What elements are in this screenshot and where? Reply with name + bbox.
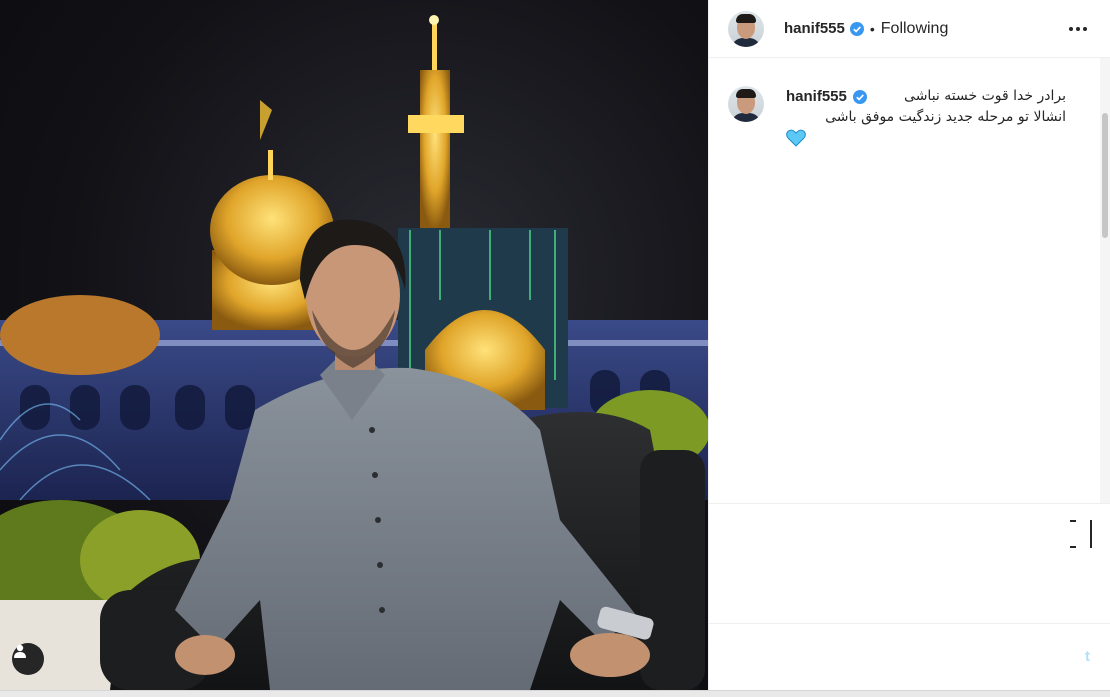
verified-badge-icon bbox=[849, 21, 864, 36]
post-actions bbox=[708, 503, 1110, 623]
caption-line-1: برادر خدا قوت خسته نباشی bbox=[904, 88, 1066, 104]
add-comment-bar: t bbox=[708, 623, 1110, 690]
post-image bbox=[0, 15, 708, 690]
verified-badge-icon bbox=[852, 89, 867, 104]
post-author-username[interactable]: hanif555 bbox=[784, 20, 845, 37]
caption-comment: hanif555 برادر خدا قوت خسته نباشی انشالا… bbox=[728, 86, 1090, 152]
more-options-button[interactable] bbox=[1066, 17, 1090, 41]
blue-heart-icon bbox=[786, 129, 806, 147]
separator-dot: • bbox=[869, 20, 875, 37]
user-tag-icon bbox=[14, 644, 26, 658]
post-photo[interactable] bbox=[0, 0, 708, 690]
more-options-icon bbox=[1069, 27, 1073, 31]
bookmark-icon[interactable] bbox=[1070, 520, 1092, 548]
caption-username[interactable]: hanif555 bbox=[786, 86, 847, 107]
post-comment-button[interactable]: t bbox=[1085, 648, 1090, 665]
avatar[interactable] bbox=[728, 10, 764, 47]
following-button[interactable]: Following bbox=[881, 20, 949, 38]
caption-body: hanif555 برادر خدا قوت خسته نباشی انشالا… bbox=[786, 86, 1066, 152]
user-tag-button[interactable] bbox=[12, 643, 44, 675]
post-header: hanif555 • Following bbox=[708, 0, 1110, 58]
avatar[interactable] bbox=[728, 86, 764, 122]
comments-scrollbar[interactable] bbox=[1100, 58, 1110, 503]
scrollbar-thumb[interactable] bbox=[1102, 113, 1108, 238]
comments-section: hanif555 برادر خدا قوت خسته نباشی انشالا… bbox=[708, 58, 1110, 503]
instagram-post-modal: hanif555 • Following hanif555 برادر خدا … bbox=[0, 0, 1110, 697]
window-bottom-edge bbox=[0, 690, 1110, 697]
caption-line-2: انشالا تو مرحله جدید زندگیت موفق باشی bbox=[825, 109, 1066, 125]
caption-emoji bbox=[786, 129, 1066, 152]
